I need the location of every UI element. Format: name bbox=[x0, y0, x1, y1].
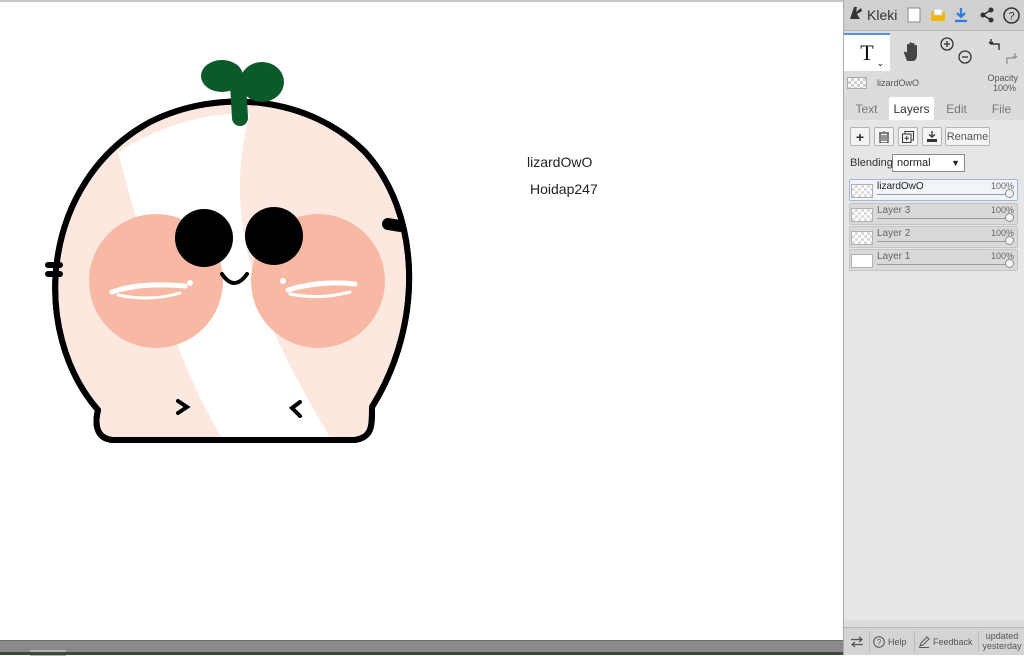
download-icon[interactable] bbox=[952, 6, 970, 24]
help-label: Help bbox=[888, 636, 907, 647]
svg-text:?: ? bbox=[877, 638, 882, 647]
svg-text:?: ? bbox=[1008, 10, 1014, 22]
tab-text[interactable]: Text bbox=[844, 97, 889, 120]
top-toolbar: Kleki ? bbox=[844, 0, 1024, 31]
updated-line-1: updated bbox=[985, 631, 1019, 641]
help-circle-icon: ? bbox=[873, 635, 885, 648]
undo-icon[interactable] bbox=[988, 37, 1002, 51]
character-drawing bbox=[45, 60, 412, 443]
layer-row[interactable]: Layer 2 100% bbox=[849, 226, 1018, 248]
text-tool-button[interactable]: T ⌄ bbox=[844, 33, 890, 71]
drawing-canvas[interactable]: lizardOwO Hoidap247 bbox=[0, 2, 843, 640]
update-status[interactable]: updated yesterday bbox=[981, 631, 1023, 651]
layers-panel: + Rename Blending normal ▼ lizardOwO 100… bbox=[844, 120, 1024, 620]
zoom-in-icon[interactable] bbox=[940, 37, 954, 51]
app-name: Kleki bbox=[867, 7, 898, 23]
sidebar: Kleki ? T ⌄ lizardOwO Opacity 100% Text … bbox=[843, 0, 1024, 655]
layer-opacity-slider[interactable] bbox=[877, 241, 1010, 242]
layer-name: Layer 2 bbox=[877, 228, 911, 239]
share-icon[interactable] bbox=[978, 6, 996, 24]
layer-name: Layer 1 bbox=[877, 251, 911, 262]
kleki-logo-icon bbox=[848, 5, 864, 26]
sprout-stem bbox=[230, 76, 248, 126]
new-file-icon[interactable] bbox=[905, 6, 923, 24]
layer-thumbnail bbox=[851, 231, 873, 245]
tab-layers[interactable]: Layers bbox=[889, 97, 934, 120]
layer-opacity-slider[interactable] bbox=[877, 264, 1010, 265]
chevron-down-icon: ⌄ bbox=[876, 58, 884, 68]
chevron-down-icon: ▼ bbox=[951, 158, 960, 168]
canvas-text-lizardowo: lizardOwO bbox=[527, 154, 593, 170]
text-tool-icon: T bbox=[860, 40, 874, 65]
current-layer-status: lizardOwO Opacity 100% bbox=[844, 72, 1024, 96]
hand-tool-button[interactable] bbox=[892, 33, 932, 71]
blending-value: normal bbox=[897, 157, 931, 169]
merge-layer-button[interactable] bbox=[922, 127, 942, 146]
eye-right bbox=[245, 207, 303, 265]
feedback-button[interactable]: Feedback bbox=[918, 628, 973, 655]
duplicate-icon bbox=[902, 130, 914, 143]
help-button[interactable]: ? Help bbox=[873, 628, 907, 655]
layer-row[interactable]: lizardOwO 100% bbox=[849, 179, 1018, 201]
layer-thumbnail bbox=[851, 208, 873, 222]
layer-opacity-slider[interactable] bbox=[877, 218, 1010, 219]
hand-tool-icon bbox=[904, 42, 917, 61]
layer-name: lizardOwO bbox=[877, 181, 924, 192]
add-layer-button[interactable]: + bbox=[850, 127, 870, 146]
history-controls bbox=[980, 33, 1024, 71]
redo-icon[interactable] bbox=[1004, 51, 1018, 65]
canvas-text-hoidap247: Hoidap247 bbox=[530, 181, 598, 197]
sprout-leaf-left bbox=[201, 60, 243, 92]
sidebar-footer: ? Help Feedback updated yesterday bbox=[844, 627, 1024, 655]
swap-arrows-icon bbox=[851, 636, 863, 647]
layer-thumbnail bbox=[851, 184, 873, 198]
tools-row: T ⌄ bbox=[844, 33, 1024, 71]
blending-select[interactable]: normal ▼ bbox=[892, 154, 965, 172]
opacity-label: Opacity bbox=[987, 73, 1018, 83]
layer-row[interactable]: Layer 1 100% bbox=[849, 249, 1018, 271]
tab-file[interactable]: File bbox=[979, 97, 1024, 120]
canvas-bottom-bar bbox=[0, 640, 843, 656]
delete-layer-button[interactable] bbox=[874, 127, 894, 146]
help-icon[interactable]: ? bbox=[1002, 6, 1020, 24]
panel-tabs: Text Layers Edit File bbox=[844, 97, 1024, 120]
current-layer-name: lizardOwO bbox=[877, 78, 920, 88]
tab-edit[interactable]: Edit bbox=[934, 97, 979, 120]
eye-left bbox=[175, 209, 233, 267]
sprout-leaf-right bbox=[240, 62, 284, 102]
updated-line-2: yesterday bbox=[982, 641, 1022, 651]
brand[interactable]: Kleki bbox=[848, 5, 897, 25]
layer-thumbnail bbox=[851, 254, 873, 268]
layer-opacity-knob[interactable] bbox=[1005, 259, 1014, 268]
duplicate-layer-button[interactable] bbox=[898, 127, 918, 146]
opacity-value: 100% bbox=[992, 83, 1016, 93]
swap-side-button[interactable] bbox=[850, 628, 864, 655]
blending-label: Blending bbox=[850, 157, 893, 169]
feedback-pen-icon bbox=[919, 635, 930, 648]
layer-opacity-knob[interactable] bbox=[1005, 189, 1014, 198]
layer-opacity-knob[interactable] bbox=[1005, 213, 1014, 222]
plus-icon: + bbox=[855, 128, 865, 145]
feedback-label: Feedback bbox=[933, 636, 973, 647]
trash-icon bbox=[879, 130, 889, 143]
save-folder-icon[interactable] bbox=[929, 6, 947, 24]
layer-name: Layer 3 bbox=[877, 205, 911, 216]
zoom-controls bbox=[936, 33, 976, 71]
merge-down-icon bbox=[927, 130, 937, 142]
zoom-out-icon[interactable] bbox=[958, 50, 972, 64]
layer-row[interactable]: Layer 3 100% bbox=[849, 203, 1018, 225]
rename-layer-button[interactable]: Rename bbox=[945, 127, 990, 146]
layer-opacity-knob[interactable] bbox=[1005, 236, 1014, 245]
layer-opacity-slider[interactable] bbox=[877, 194, 1010, 195]
current-layer-thumbnail bbox=[847, 77, 867, 89]
